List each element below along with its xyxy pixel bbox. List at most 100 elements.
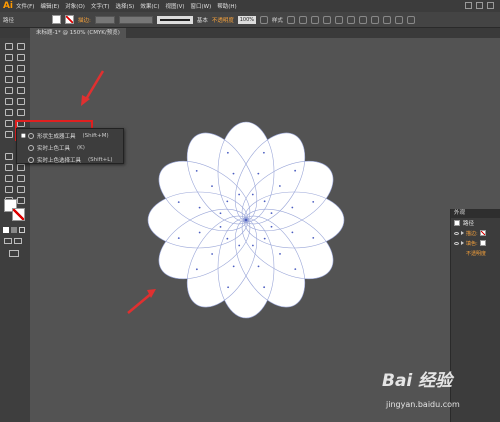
align-center-icon[interactable] [322,15,331,24]
anchor-point [263,200,266,203]
isolate-icon[interactable] [394,15,403,24]
blob-brush-tool-icon[interactable] [4,97,13,105]
pencil-tool-icon[interactable] [16,86,25,94]
menu-view[interactable]: 视图(V) [165,2,184,10]
magic-wand-tool-icon[interactable] [4,53,13,61]
anchor-point [211,253,214,255]
selection-tool-icon[interactable] [4,42,13,50]
line-tool-icon[interactable] [4,75,13,83]
menu-file[interactable]: 文件(F) [16,2,34,10]
variable-width-dropdown[interactable] [118,15,153,24]
menu-effect[interactable]: 效果(C) [140,2,159,10]
anchor-point [251,193,254,196]
shape-builder-tool-icon[interactable] [4,130,13,138]
flyout-item-live-paint-selection[interactable]: 实时上色选择工具 (Shift+L) [17,155,123,165]
opacity-input[interactable]: 100% [237,15,256,24]
column-graph-tool-icon[interactable] [16,174,25,182]
anchor-point [294,268,297,271]
panel-object-label: 路径 [463,221,475,227]
lasso-tool-icon[interactable] [16,53,25,61]
direct-selection-tool-icon[interactable] [16,42,25,50]
close-button[interactable] [487,2,494,9]
anchor-point [279,252,281,255]
panel-menu-icon[interactable] [406,15,415,24]
stroke-swatch[interactable] [65,15,75,24]
mesh-tool-icon[interactable] [4,152,13,160]
path-thumbnail-icon [454,220,460,226]
anchor-point [177,201,180,204]
visibility-eye-icon[interactable] [454,231,459,235]
flyout-item-live-paint-bucket[interactable]: 实时上色工具 (K) [17,143,123,153]
brush-preview[interactable] [156,15,193,24]
color-mode-icon[interactable] [3,227,9,233]
menu-object[interactable]: 对象(O) [65,2,85,10]
zoom-tool-icon[interactable] [16,196,25,204]
visibility-eye-icon[interactable] [454,241,459,245]
annotation-arrow-lower [127,289,156,314]
none-mode-icon[interactable] [19,227,25,233]
stroke-color-swatch[interactable] [12,208,25,221]
expand-triangle-icon[interactable] [461,231,464,235]
opacity-label[interactable]: 不透明度 [212,16,234,24]
draw-normal-icon[interactable] [4,238,12,244]
menu-window[interactable]: 窗口(W) [191,2,212,10]
minimize-button[interactable] [465,2,472,9]
gradient-mode-icon[interactable] [11,227,17,233]
flyout-label: 实时上色选择工具 [37,158,82,164]
flyout-shortcut: (Shift+L) [88,157,113,163]
fill-swatch[interactable] [52,15,62,24]
watermark-logo: Bai 经验 [382,371,453,391]
anchor-point [238,193,241,196]
maximize-button[interactable] [476,2,483,9]
anchor-point [291,206,294,209]
stroke-weight-dropdown[interactable] [94,15,115,24]
draw-behind-icon[interactable] [14,238,22,244]
appearance-row-stroke[interactable]: 描边: [451,228,500,238]
brush-label: 基本 [196,17,208,24]
slice-tool-icon[interactable] [16,185,25,193]
eraser-tool-icon[interactable] [16,97,25,105]
transform-icon[interactable] [382,15,391,24]
row-label: 不透明度 [466,250,487,257]
menu-edit[interactable]: 编辑(E) [40,2,59,10]
appearance-panel-tab[interactable]: 外观 [451,209,500,218]
paintbrush-tool-icon[interactable] [4,86,13,94]
rectangle-tool-icon[interactable] [16,75,25,83]
artboard-tool-icon[interactable] [4,185,13,193]
eyedropper-tool-icon[interactable] [4,163,13,171]
align-top-icon[interactable] [346,15,355,24]
scale-tool-icon[interactable] [16,108,25,116]
fill-white-swatch[interactable] [479,240,486,246]
appearance-row-opacity[interactable]: 不透明度 [451,248,500,258]
anchor-point [226,151,229,154]
align-bottom-icon[interactable] [370,15,379,24]
width-tool-icon[interactable] [4,119,13,127]
expand-triangle-icon[interactable] [461,241,464,245]
appearance-row-fill[interactable]: 填色: [451,238,500,248]
pen-tool-icon[interactable] [4,64,13,72]
document-tab[interactable]: 未标题-1* @ 150% (CMYK/预览) [30,28,126,38]
align-right-icon[interactable] [334,15,343,24]
row-label: 描边: [466,230,478,237]
anchor-point [312,236,315,239]
opacity-arrow-icon[interactable] [259,15,268,24]
menu-bar: Ai 文件(F) 编辑(E) 对象(O) 文字(T) 选择(S) 效果(C) 视… [0,0,500,12]
align-left-icon[interactable] [310,15,319,24]
menu-select[interactable]: 选择(S) [116,2,135,10]
menu-help[interactable]: 帮助(H) [217,2,236,10]
anchor-point [251,244,254,247]
align-middle-icon[interactable] [358,15,367,24]
graphic-style-icon[interactable] [286,15,295,24]
document-tab-bar: 未标题-1* @ 150% (CMYK/预览) [0,28,500,38]
menu-type[interactable]: 文字(T) [91,2,110,10]
rotate-tool-icon[interactable] [4,108,13,116]
anchor-point [312,200,315,203]
screen-mode-icon[interactable] [9,250,19,257]
flyout-item-shape-builder[interactable]: ■ 形状生成器工具 (Shift+M) [17,131,123,141]
window-controls [465,2,494,9]
recolor-icon[interactable] [298,15,307,24]
type-tool-icon[interactable] [16,64,25,72]
stroke-none-swatch[interactable] [479,230,486,236]
stroke-label[interactable]: 描边: [78,16,91,24]
symbol-sprayer-tool-icon[interactable] [4,174,13,182]
